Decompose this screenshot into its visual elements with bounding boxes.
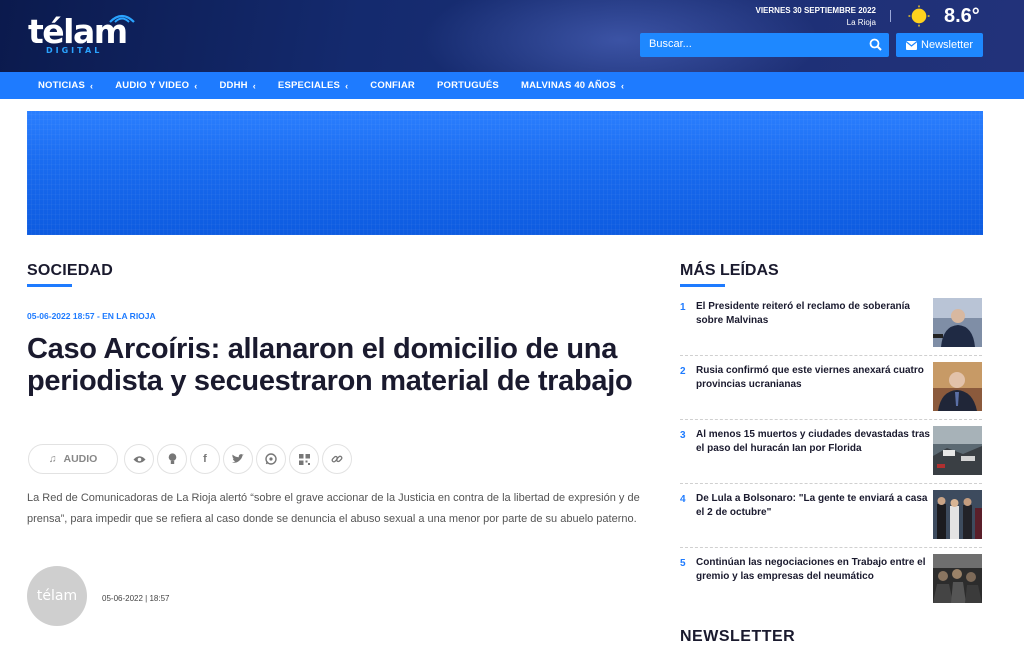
ad-banner[interactable] <box>27 111 983 235</box>
most-read-title-link[interactable]: El Presidente reiteró el reclamo de sobe… <box>696 300 931 328</box>
nav-item-noticias[interactable]: NOTICIAS ‹ <box>38 80 93 91</box>
author-avatar[interactable]: télam <box>27 566 87 626</box>
weather-widget: 8.6° <box>908 4 980 28</box>
nav-item-label: MALVINAS 40 AÑOS <box>520 80 617 91</box>
nav-item-label: PORTUGUÉS <box>436 80 499 91</box>
site-header: télam DIGITAL VIERNES 30 SEPTIEMBRE 2022… <box>0 0 1024 72</box>
chevron-left-icon: ‹ <box>621 80 625 91</box>
item-divider <box>680 355 982 356</box>
newsletter-section-title: NEWSLETTER <box>680 628 796 645</box>
news-thumbnail[interactable] <box>933 362 982 411</box>
rank-number: 1 <box>680 302 686 313</box>
nav-item-especiales[interactable]: ESPECIALES ‹ <box>278 80 348 91</box>
qr-icon[interactable] <box>289 444 319 474</box>
banner-texture <box>27 111 983 235</box>
twitter-icon[interactable] <box>223 444 253 474</box>
chevron-left-icon: ‹ <box>252 80 256 91</box>
article-headline: Caso Arcoíris: allanaron el domicilio de… <box>27 333 633 397</box>
lightbulb-icon[interactable] <box>157 444 187 474</box>
article-lead: La Red de Comunicadoras de La Rioja aler… <box>27 492 640 525</box>
rank-number: 5 <box>680 558 686 569</box>
current-date: VIERNES 30 SEPTIEMBRE 2022 <box>755 6 877 15</box>
search-icon[interactable] <box>869 38 882 51</box>
envelope-icon <box>906 40 918 50</box>
audio-button[interactable]: ♫ AUDIO <box>28 444 118 474</box>
rank-number: 3 <box>680 430 686 441</box>
chevron-left-icon: ‹ <box>90 80 94 91</box>
news-thumbnail[interactable] <box>933 490 982 539</box>
author-avatar-text: télam <box>36 588 78 604</box>
nav-item-label: DDHH <box>219 80 248 91</box>
rank-number: 2 <box>680 366 686 377</box>
signal-wave-icon <box>109 14 135 23</box>
site-logo[interactable]: télam DIGITAL <box>28 10 138 58</box>
most-read-title-link[interactable]: De Lula a Bolsonaro: "La gente te enviar… <box>696 492 931 520</box>
most-read-title-link[interactable]: Continúan las negociaciones en Trabajo e… <box>696 556 931 584</box>
facebook-icon[interactable]: f <box>190 444 220 474</box>
search-input[interactable]: Buscar... <box>640 33 889 57</box>
header-divider <box>890 10 891 22</box>
author-date: 05-06-2022 | 18:57 <box>102 594 170 603</box>
nav-item-portugues[interactable]: PORTUGUÉS <box>437 80 499 91</box>
item-divider <box>680 419 982 420</box>
whatsapp-icon[interactable] <box>256 444 286 474</box>
nav-item-label: ESPECIALES <box>277 80 341 91</box>
news-thumbnail[interactable] <box>933 554 982 603</box>
item-divider <box>680 547 982 548</box>
most-read-title-link[interactable]: Rusia confirmó que este viernes anexará … <box>696 364 931 392</box>
most-read-title-link[interactable]: Al menos 15 muertos y ciudades devastada… <box>696 428 931 456</box>
section-underline <box>27 284 72 287</box>
most-read-item[interactable]: 5 Continúan las negociaciones en Trabajo… <box>680 554 982 620</box>
sun-icon <box>908 5 930 27</box>
nav-item-audio-video[interactable]: AUDIO Y VIDEO ‹ <box>115 80 197 91</box>
temperature: 8.6° <box>944 4 980 27</box>
link-icon[interactable] <box>322 444 352 474</box>
most-read-underline <box>680 284 725 287</box>
rank-number: 4 <box>680 494 686 505</box>
section-title[interactable]: SOCIEDAD <box>27 262 113 280</box>
news-thumbnail[interactable] <box>933 298 982 347</box>
logo-subtitle: DIGITAL <box>46 46 103 55</box>
newsletter-label: Newsletter <box>921 39 973 51</box>
eye-icon[interactable] <box>124 444 154 474</box>
audio-label: AUDIO <box>63 453 98 465</box>
share-bar: ♫ AUDIO f <box>28 444 352 474</box>
newsletter-button[interactable]: Newsletter <box>896 33 983 57</box>
dateline: VIERNES 30 SEPTIEMBRE 2022 La Rioja <box>756 5 877 29</box>
item-divider <box>680 483 982 484</box>
chevron-left-icon: ‹ <box>194 80 198 91</box>
current-location: La Rioja <box>846 18 876 27</box>
nav-item-confiar[interactable]: CONFIAR <box>370 80 415 91</box>
nav-item-label: NOTICIAS <box>38 80 85 91</box>
nav-item-label: CONFIAR <box>370 80 415 91</box>
nav-item-malvinas[interactable]: MALVINAS 40 AÑOS ‹ <box>521 80 624 91</box>
article-meta: 05-06-2022 18:57 - EN LA RIOJA <box>27 311 156 321</box>
music-note-icon: ♫ <box>48 453 57 465</box>
most-read-title: MÁS LEÍDAS <box>680 262 779 279</box>
chevron-left-icon: ‹ <box>345 80 349 91</box>
main-nav: NOTICIAS ‹ AUDIO Y VIDEO ‹ DDHH ‹ ESPECIALE… <box>0 72 1024 99</box>
nav-item-ddhh[interactable]: DDHH ‹ <box>219 80 255 91</box>
nav-item-label: AUDIO Y VIDEO <box>115 80 190 91</box>
news-thumbnail[interactable] <box>933 426 982 475</box>
search-placeholder: Buscar... <box>649 38 692 50</box>
